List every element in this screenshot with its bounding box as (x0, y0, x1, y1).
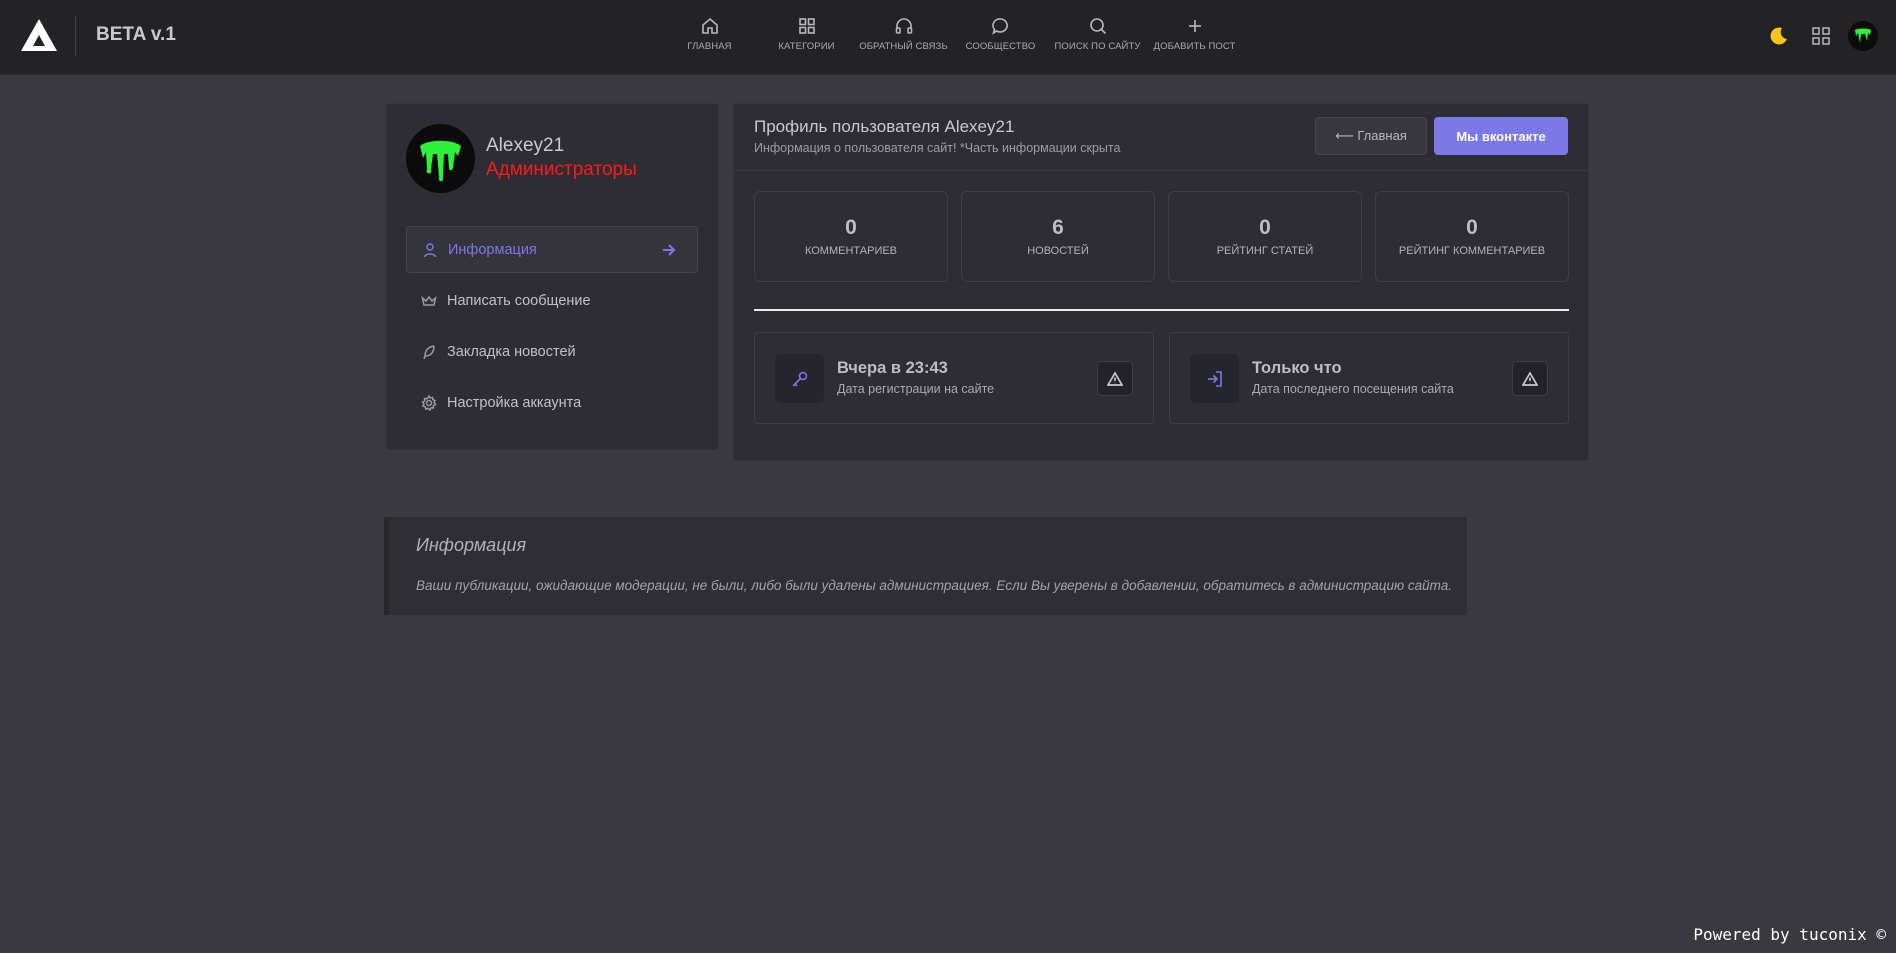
grid-icon (798, 18, 815, 34)
info-boxes: Вчера в 23:43 Дата регистрации на сайте … (754, 332, 1569, 424)
stat-label: РЕЙТИНГ СТАТЕЙ (1216, 245, 1314, 257)
user-icon (423, 242, 437, 257)
logo-divider (75, 16, 76, 56)
profile-details-card: Профиль пользователя Alexey21 Информация… (733, 103, 1589, 461)
stat-value: 0 (845, 216, 857, 239)
stat-value: 0 (1466, 216, 1478, 239)
report-button[interactable] (1097, 361, 1133, 396)
moon-icon[interactable] (1768, 25, 1790, 47)
key-icon (775, 354, 824, 403)
info-value: Вчера в 23:43 (837, 359, 948, 377)
profile-menu: Информация Написать сообщение Закладка н… (406, 226, 698, 430)
menu-item-label: Информация (448, 241, 537, 258)
avatar-image (1855, 28, 1871, 43)
menu-item-information[interactable]: Информация (406, 226, 698, 273)
nav-item-categories[interactable]: КАТЕГОРИИ (758, 0, 855, 75)
nav-label: ПОИСК ПО САЙТУ (1054, 41, 1141, 52)
crown-icon (421, 295, 437, 306)
nav-item-feedback[interactable]: ОБРАТНЫЙ СВЯЗЬ (855, 0, 952, 75)
menu-item-account-settings[interactable]: Настройка аккаунта (406, 379, 698, 426)
avatar-image (420, 140, 461, 182)
last-visit-box: Только что Дата последнего посещения сай… (1169, 332, 1569, 424)
nav-label: СООБЩЕСТВО (965, 41, 1036, 52)
powered-by-footer: Powered by tuconix © (1693, 925, 1886, 944)
search-icon (1089, 18, 1106, 35)
stat-article-rating: 0 РЕЙТИНГ СТАТЕЙ (1168, 191, 1362, 282)
nav-label: ГЛАВНАЯ (687, 41, 732, 52)
stat-label: РЕЙТИНГ КОММЕНТАРИЕВ (1398, 245, 1546, 257)
nav-item-search[interactable]: ПОИСК ПО САЙТУ (1049, 0, 1146, 75)
menu-item-news-bookmarks[interactable]: Закладка новостей (406, 328, 698, 375)
divider (754, 309, 1569, 311)
main-nav: ГЛАВНАЯ КАТЕГОРИИ ОБРАТНЫЙ СВЯЗЬ СООБЩЕС… (661, 0, 1243, 75)
menu-item-write-message[interactable]: Написать сообщение (406, 277, 698, 324)
stat-label: НОВОСТЕЙ (1027, 245, 1089, 257)
registration-date-box: Вчера в 23:43 Дата регистрации на сайте (754, 332, 1154, 424)
nav-item-add-post[interactable]: ДОБАВИТЬ ПОСТ (1146, 0, 1243, 75)
warning-icon (1107, 370, 1123, 386)
back-home-button[interactable]: ⟵ Главная (1315, 117, 1427, 155)
vk-button[interactable]: Мы вконтакте (1434, 117, 1568, 155)
profile-name: Alexey21 (486, 135, 565, 156)
menu-item-label: Закладка новостей (447, 343, 576, 360)
page-title: Профиль пользователя Alexey21 (754, 117, 1015, 136)
stat-value: 6 (1052, 216, 1064, 239)
user-avatar[interactable] (1848, 21, 1878, 51)
menu-item-label: Написать сообщение (447, 292, 591, 309)
home-icon (701, 17, 718, 34)
stat-comments: 0 КОММЕНТАРИЕВ (754, 191, 948, 282)
nav-label: ДОБАВИТЬ ПОСТ (1153, 41, 1236, 52)
brand-title[interactable]: BETA v.1 (96, 24, 176, 46)
login-icon (1190, 354, 1239, 403)
profile-avatar[interactable] (406, 124, 475, 193)
logo-icon[interactable] (20, 18, 58, 52)
info-label: Дата последнего посещения сайта (1252, 382, 1454, 396)
info-label: Дата регистрации на сайте (837, 382, 995, 396)
nav-label: КАТЕГОРИИ (778, 41, 835, 52)
menu-item-label: Настройка аккаунта (447, 394, 582, 411)
apps-grid-icon[interactable] (1812, 27, 1830, 45)
notice-text: Ваши публикации, ожидающие модерации, не… (416, 578, 1452, 593)
plus-icon (1188, 20, 1201, 32)
chat-bubble-icon (991, 18, 1008, 35)
headphones-icon (895, 18, 912, 34)
feather-icon (423, 344, 435, 359)
arrow-right-icon (661, 242, 677, 263)
stats-row: 0 КОММЕНТАРИЕВ 6 НОВОСТЕЙ 0 РЕЙТИНГ СТАТ… (754, 191, 1569, 282)
stat-label: КОММЕНТАРИЕВ (804, 245, 898, 257)
top-bar: BETA v.1 ГЛАВНАЯ КАТЕГОРИИ ОБРАТНЫЙ СВЯЗ… (0, 0, 1896, 75)
stat-news: 6 НОВОСТЕЙ (961, 191, 1155, 282)
report-button[interactable] (1512, 361, 1548, 396)
page-subtitle: Информация о пользователя сайт! *Часть и… (754, 141, 1121, 155)
info-notice: Информация Ваши публикации, ожидающие мо… (384, 517, 1467, 615)
nav-label: ОБРАТНЫЙ СВЯЗЬ (859, 41, 948, 52)
info-value: Только что (1252, 359, 1342, 377)
notice-title: Информация (416, 535, 527, 555)
profile-group: Администраторы (486, 159, 637, 180)
warning-icon (1522, 370, 1538, 386)
profile-card: Alexey21 Администраторы Информация Напис… (386, 103, 719, 450)
nav-item-home[interactable]: ГЛАВНАЯ (661, 0, 758, 75)
gear-icon (421, 394, 437, 411)
nav-item-community[interactable]: СООБЩЕСТВО (952, 0, 1049, 75)
stat-comment-rating: 0 РЕЙТИНГ КОММЕНТАРИЕВ (1375, 191, 1569, 282)
card-header: Профиль пользователя Alexey21 Информация… (734, 104, 1588, 171)
stat-value: 0 (1259, 216, 1271, 239)
